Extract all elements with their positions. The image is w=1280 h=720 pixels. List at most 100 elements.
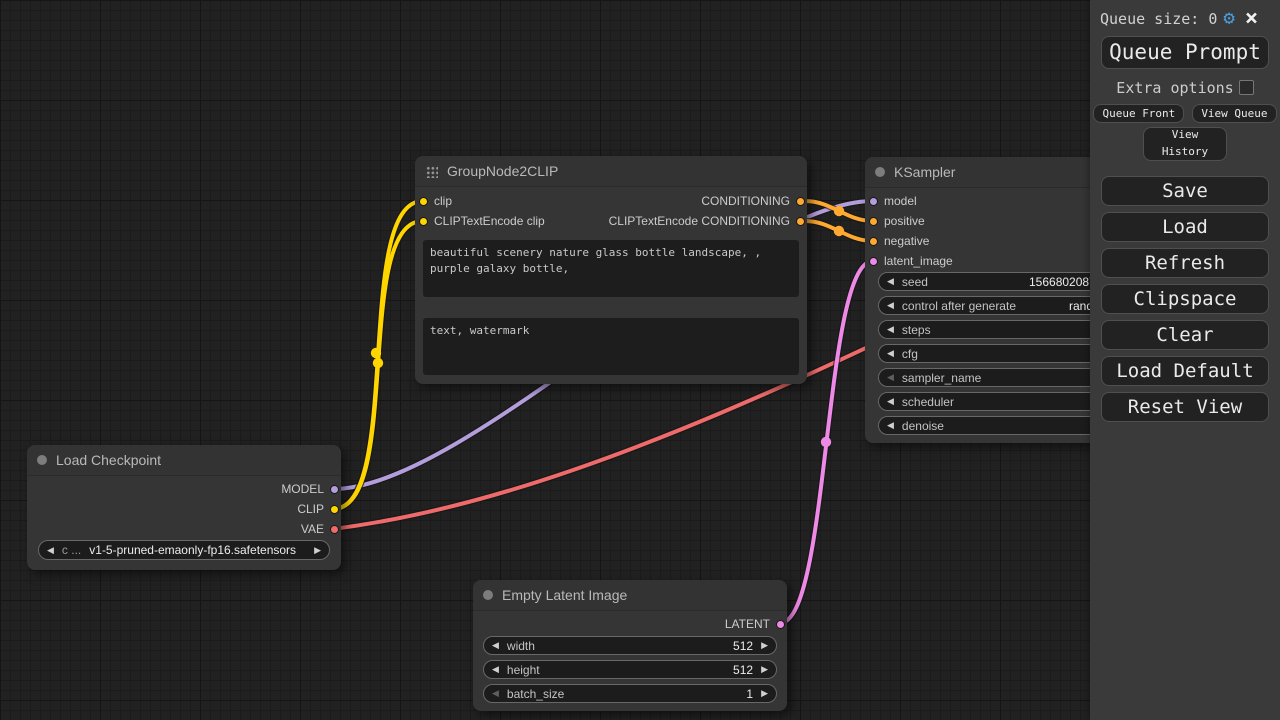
- port-label: CLIP: [297, 502, 324, 516]
- vae-port-icon[interactable]: [330, 525, 339, 534]
- decrement-arrow-icon[interactable]: ◀: [492, 689, 499, 698]
- widget-batch-size[interactable]: ◀ batch_size 1 ▶: [483, 684, 777, 703]
- decrement-arrow-icon[interactable]: ◀: [887, 325, 894, 334]
- view-queue-button[interactable]: View Queue: [1192, 104, 1276, 123]
- increment-arrow-icon[interactable]: ▶: [761, 641, 768, 650]
- group-grid-icon[interactable]: [425, 165, 438, 178]
- node-groupnode2clip[interactable]: GroupNode2CLIP clip CLIPTextEncode clip …: [415, 156, 807, 384]
- clip-port-icon[interactable]: [419, 217, 428, 226]
- node-header-load-checkpoint[interactable]: Load Checkpoint: [27, 445, 341, 476]
- widget-label: cfg: [902, 347, 918, 361]
- port-clip-output[interactable]: CLIP: [297, 499, 339, 519]
- link-dot-negative[interactable]: [834, 226, 844, 236]
- port-clip-input[interactable]: clip: [419, 191, 452, 211]
- extra-options-checkbox[interactable]: [1239, 80, 1254, 95]
- node-title: Load Checkpoint: [56, 452, 161, 468]
- load-button[interactable]: Load: [1101, 212, 1269, 242]
- decrement-arrow-icon[interactable]: ◀: [887, 301, 894, 310]
- port-label: CLIPTextEncode CONDITIONING: [609, 214, 790, 228]
- widget-label: width: [507, 639, 535, 653]
- port-vae-output[interactable]: VAE: [301, 519, 339, 539]
- queue-prompt-button[interactable]: Queue Prompt: [1101, 36, 1269, 69]
- decrement-arrow-icon[interactable]: ◀: [492, 665, 499, 674]
- reset-view-button[interactable]: Reset View: [1101, 392, 1269, 422]
- port-label: latent_image: [884, 254, 953, 268]
- conditioning-port-icon[interactable]: [869, 217, 878, 226]
- refresh-button[interactable]: Refresh: [1101, 248, 1269, 278]
- port-label: CLIPTextEncode clip: [434, 214, 545, 228]
- collapse-dot-icon[interactable]: [875, 167, 885, 177]
- widget-label: batch_size: [507, 687, 564, 701]
- port-latent-output[interactable]: LATENT: [725, 614, 785, 634]
- node-title: GroupNode2CLIP: [447, 163, 558, 179]
- decrement-arrow-icon[interactable]: ◀: [887, 421, 894, 430]
- negative-prompt-textarea[interactable]: text, watermark: [423, 318, 799, 375]
- link-dot-clip1[interactable]: [371, 348, 381, 358]
- decrement-arrow-icon[interactable]: ◀: [492, 641, 499, 650]
- close-icon[interactable]: ×: [1245, 9, 1258, 29]
- port-label: clip: [434, 194, 452, 208]
- conditioning-port-icon[interactable]: [869, 237, 878, 246]
- port-cliptextencode-conditioning-output[interactable]: CLIPTextEncode CONDITIONING: [609, 211, 805, 231]
- widget-label: steps: [902, 323, 931, 337]
- port-label: positive: [884, 214, 925, 228]
- latent-port-icon[interactable]: [776, 620, 785, 629]
- port-conditioning-output[interactable]: CONDITIONING: [701, 191, 805, 211]
- link-dot-clip2[interactable]: [373, 358, 383, 368]
- port-positive-input[interactable]: positive: [869, 211, 925, 231]
- port-label: negative: [884, 234, 929, 248]
- save-button[interactable]: Save: [1101, 176, 1269, 206]
- port-model-input[interactable]: model: [869, 191, 917, 211]
- widget-width[interactable]: ◀ width 512 ▶: [483, 636, 777, 655]
- next-option-arrow-icon[interactable]: ▶: [314, 546, 321, 555]
- decrement-arrow-icon[interactable]: ◀: [887, 397, 894, 406]
- latent-port-icon[interactable]: [869, 257, 878, 266]
- decrement-arrow-icon[interactable]: ◀: [887, 373, 894, 382]
- clip-port-icon[interactable]: [330, 505, 339, 514]
- clipspace-button[interactable]: Clipspace: [1101, 284, 1269, 314]
- port-model-output[interactable]: MODEL: [281, 479, 339, 499]
- clip-port-icon[interactable]: [419, 197, 428, 206]
- widget-ckpt-name[interactable]: ◀ c ... v1-5-pruned-emaonly-fp16.safeten…: [38, 540, 330, 560]
- node-load-checkpoint[interactable]: Load Checkpoint MODEL CLIP VAE ◀ c ... v…: [27, 445, 341, 570]
- widget-label: seed: [902, 275, 928, 289]
- link-dot-positive[interactable]: [834, 206, 844, 216]
- widget-label: denoise: [902, 419, 944, 433]
- widget-value: 512: [733, 639, 753, 653]
- settings-gear-icon[interactable]: ⚙: [1223, 9, 1234, 28]
- positive-prompt-textarea[interactable]: beautiful scenery nature glass bottle la…: [423, 240, 799, 297]
- decrement-arrow-icon[interactable]: ◀: [887, 277, 894, 286]
- node-header-groupnode2clip[interactable]: GroupNode2CLIP: [415, 156, 807, 187]
- clear-button[interactable]: Clear: [1101, 320, 1269, 350]
- port-label: CONDITIONING: [701, 194, 790, 208]
- node-title: KSampler: [894, 164, 955, 180]
- link-dot-latent[interactable]: [821, 437, 831, 447]
- port-label: MODEL: [281, 482, 324, 496]
- model-port-icon[interactable]: [869, 197, 878, 206]
- widget-value: 1: [746, 687, 753, 701]
- port-latent-image-input[interactable]: latent_image: [869, 251, 953, 271]
- conditioning-port-icon[interactable]: [796, 217, 805, 226]
- view-history-button[interactable]: ViewHistory: [1143, 127, 1227, 161]
- collapse-dot-icon[interactable]: [483, 590, 493, 600]
- collapse-dot-icon[interactable]: [37, 455, 47, 465]
- widget-height[interactable]: ◀ height 512 ▶: [483, 660, 777, 679]
- queue-front-button[interactable]: Queue Front: [1093, 104, 1184, 123]
- node-title: Empty Latent Image: [502, 587, 627, 603]
- prev-option-arrow-icon[interactable]: ◀: [47, 546, 54, 555]
- node-empty-latent-image[interactable]: Empty Latent Image LATENT ◀ width 512 ▶ …: [473, 580, 787, 711]
- widget-label: height: [507, 663, 540, 677]
- model-port-icon[interactable]: [330, 485, 339, 494]
- comfy-menu: Queue size: 0 ⚙ × Queue Prompt Extra opt…: [1090, 0, 1280, 720]
- node-header-empty-latent-image[interactable]: Empty Latent Image: [473, 580, 787, 611]
- conditioning-port-icon[interactable]: [796, 197, 805, 206]
- increment-arrow-icon[interactable]: ▶: [761, 689, 768, 698]
- increment-arrow-icon[interactable]: ▶: [761, 665, 768, 674]
- node-graph-canvas[interactable]: GroupNode2CLIP clip CLIPTextEncode clip …: [0, 0, 1280, 720]
- port-negative-input[interactable]: negative: [869, 231, 929, 251]
- port-cliptextencode-clip-input[interactable]: CLIPTextEncode clip: [419, 211, 545, 231]
- extra-options-label: Extra options: [1116, 79, 1233, 97]
- decrement-arrow-icon[interactable]: ◀: [887, 349, 894, 358]
- load-default-button[interactable]: Load Default: [1101, 356, 1269, 386]
- widget-value: v1-5-pruned-emaonly-fp16.safetensors: [89, 543, 296, 557]
